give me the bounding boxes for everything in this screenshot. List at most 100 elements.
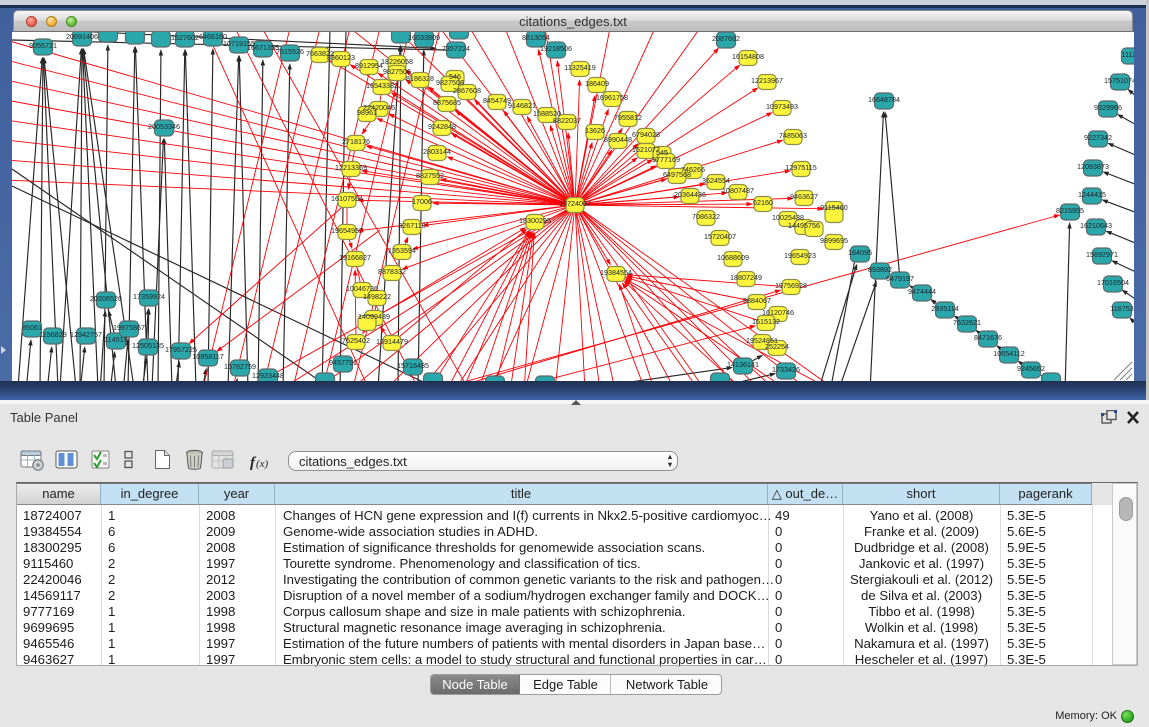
svg-text:2867608: 2867608 xyxy=(453,86,481,95)
svg-text:12942757: 12942757 xyxy=(70,330,102,339)
svg-text:16107554: 16107554 xyxy=(331,194,363,203)
svg-text:1733426: 1733426 xyxy=(772,365,800,374)
svg-text:8875685: 8875685 xyxy=(433,98,461,107)
svg-text:10654112: 10654112 xyxy=(993,349,1024,358)
svg-text:8215955: 8215955 xyxy=(1056,206,1084,215)
svg-text:3267110: 3267110 xyxy=(398,221,425,230)
svg-text:19654923: 19654923 xyxy=(784,251,816,260)
svg-text:8878332: 8878332 xyxy=(378,267,406,276)
svg-text:8471676: 8471676 xyxy=(974,333,1002,342)
svg-text:8454749: 8454749 xyxy=(483,96,511,105)
svg-text:17006: 17006 xyxy=(412,197,432,206)
svg-text:12975115: 12975115 xyxy=(785,163,816,172)
svg-text:16648784: 16648784 xyxy=(868,95,900,104)
svg-text:9474444: 9474444 xyxy=(908,287,936,296)
svg-text:11325419: 11325419 xyxy=(564,63,595,72)
svg-text:9777169: 9777169 xyxy=(652,155,680,164)
svg-text:1353594: 1353594 xyxy=(388,246,416,255)
svg-text:6497568: 6497568 xyxy=(663,170,691,179)
svg-text:15692971: 15692971 xyxy=(1086,250,1118,259)
svg-text:16961758: 16961758 xyxy=(596,93,628,102)
svg-text:9242848: 9242848 xyxy=(428,122,456,131)
svg-text:2718176: 2718176 xyxy=(342,137,370,146)
svg-text:9463627: 9463627 xyxy=(790,192,818,201)
svg-text:14495756: 14495756 xyxy=(788,221,820,230)
svg-text:14136141: 14136141 xyxy=(727,360,759,369)
svg-text:12093873: 12093873 xyxy=(1077,162,1109,171)
svg-text:7955812: 7955812 xyxy=(614,113,642,122)
svg-text:8860123: 8860123 xyxy=(327,53,355,62)
svg-text:12505135: 12505135 xyxy=(132,341,164,350)
svg-text:10958117: 10958117 xyxy=(192,352,223,361)
svg-text:7357224: 7357224 xyxy=(442,44,470,53)
svg-text:16782759: 16782759 xyxy=(224,362,256,371)
svg-text:3624554: 3624554 xyxy=(702,176,730,185)
svg-text:16210643: 16210643 xyxy=(1080,221,1112,230)
svg-text:20053346: 20053346 xyxy=(148,122,180,131)
svg-text:62160: 62160 xyxy=(753,198,773,207)
svg-text:9146821: 9146821 xyxy=(508,101,536,110)
svg-text:19654952: 19654952 xyxy=(331,226,363,235)
svg-text:12213369: 12213369 xyxy=(335,163,367,172)
svg-text:7086322: 7086322 xyxy=(692,212,720,221)
svg-text:1615132: 1615132 xyxy=(752,317,780,326)
svg-text:186409: 186409 xyxy=(585,79,609,88)
svg-text:116753: 116753 xyxy=(1110,304,1133,313)
svg-text:18724007: 18724007 xyxy=(559,199,591,208)
svg-text:114519: 114519 xyxy=(104,335,127,344)
svg-text:15720407: 15720407 xyxy=(704,232,736,241)
svg-text:9329966: 9329966 xyxy=(1094,103,1122,112)
svg-text:16671355: 16671355 xyxy=(247,43,279,52)
svg-text:20691406: 20691406 xyxy=(66,32,98,41)
svg-text:20206526: 20206526 xyxy=(90,294,122,303)
svg-text:12213967: 12213967 xyxy=(751,76,783,85)
svg-text:16914479: 16914479 xyxy=(376,337,408,346)
svg-text:8822037: 8822037 xyxy=(553,116,581,125)
svg-text:16033809: 16033809 xyxy=(408,33,440,42)
svg-text:1527602: 1527602 xyxy=(171,33,199,42)
svg-text:(x): (x) xyxy=(256,458,269,470)
svg-text:10688609: 10688609 xyxy=(717,253,749,262)
svg-text:19218506: 19218506 xyxy=(540,44,572,53)
svg-text:9457791: 9457791 xyxy=(329,358,357,367)
svg-text:19975867: 19975867 xyxy=(113,323,145,332)
svg-text:1244415: 1244415 xyxy=(1078,190,1106,199)
svg-text:7485063: 7485063 xyxy=(779,131,807,140)
svg-text:18300295: 18300295 xyxy=(519,216,551,225)
svg-text:7625402: 7625402 xyxy=(342,336,370,345)
svg-text:8827552: 8827552 xyxy=(416,171,444,180)
svg-text:19166827: 19166827 xyxy=(339,253,371,262)
svg-text:13626: 13626 xyxy=(585,126,605,135)
svg-text:16120746: 16120746 xyxy=(762,308,794,317)
svg-text:12923448: 12923448 xyxy=(252,371,284,380)
svg-text:17016504: 17016504 xyxy=(1097,278,1129,287)
svg-text:16543382: 16543382 xyxy=(366,81,398,90)
svg-text:98961: 98961 xyxy=(357,108,377,117)
svg-text:9899695: 9899695 xyxy=(820,236,848,245)
svg-text:10807487: 10807487 xyxy=(722,186,754,195)
svg-text:14099489: 14099489 xyxy=(358,312,390,321)
svg-text:9245652: 9245652 xyxy=(1017,364,1045,373)
svg-text:17359924: 17359924 xyxy=(133,292,165,301)
svg-text:6479197: 6479197 xyxy=(886,274,914,283)
svg-text:1498222: 1498222 xyxy=(363,292,391,301)
svg-text:164095: 164095 xyxy=(848,248,872,257)
svg-text:7515526: 7515526 xyxy=(276,47,304,56)
svg-text:252254: 252254 xyxy=(765,342,789,351)
svg-text:19384554: 19384554 xyxy=(600,268,632,277)
svg-text:15716485: 15716485 xyxy=(397,361,429,370)
svg-text:10973493: 10973493 xyxy=(766,102,798,111)
svg-text:20364436: 20364436 xyxy=(674,190,706,199)
svg-text:18807249: 18807249 xyxy=(730,273,762,282)
svg-text:7632621: 7632621 xyxy=(953,318,981,327)
svg-text:2935114: 2935114 xyxy=(931,304,958,313)
svg-text:15751074: 15751074 xyxy=(1104,76,1134,85)
svg-text:893892: 893892 xyxy=(868,265,892,274)
svg-text:16154808: 16154808 xyxy=(732,52,764,61)
svg-text:8912954: 8912954 xyxy=(355,61,383,70)
svg-text:6794028: 6794028 xyxy=(632,130,660,139)
svg-text:18226058: 18226058 xyxy=(381,57,413,66)
svg-text:2087682: 2087682 xyxy=(712,34,740,43)
svg-text:8186328: 8186328 xyxy=(406,74,434,83)
svg-text:9227342: 9227342 xyxy=(1084,133,1112,142)
